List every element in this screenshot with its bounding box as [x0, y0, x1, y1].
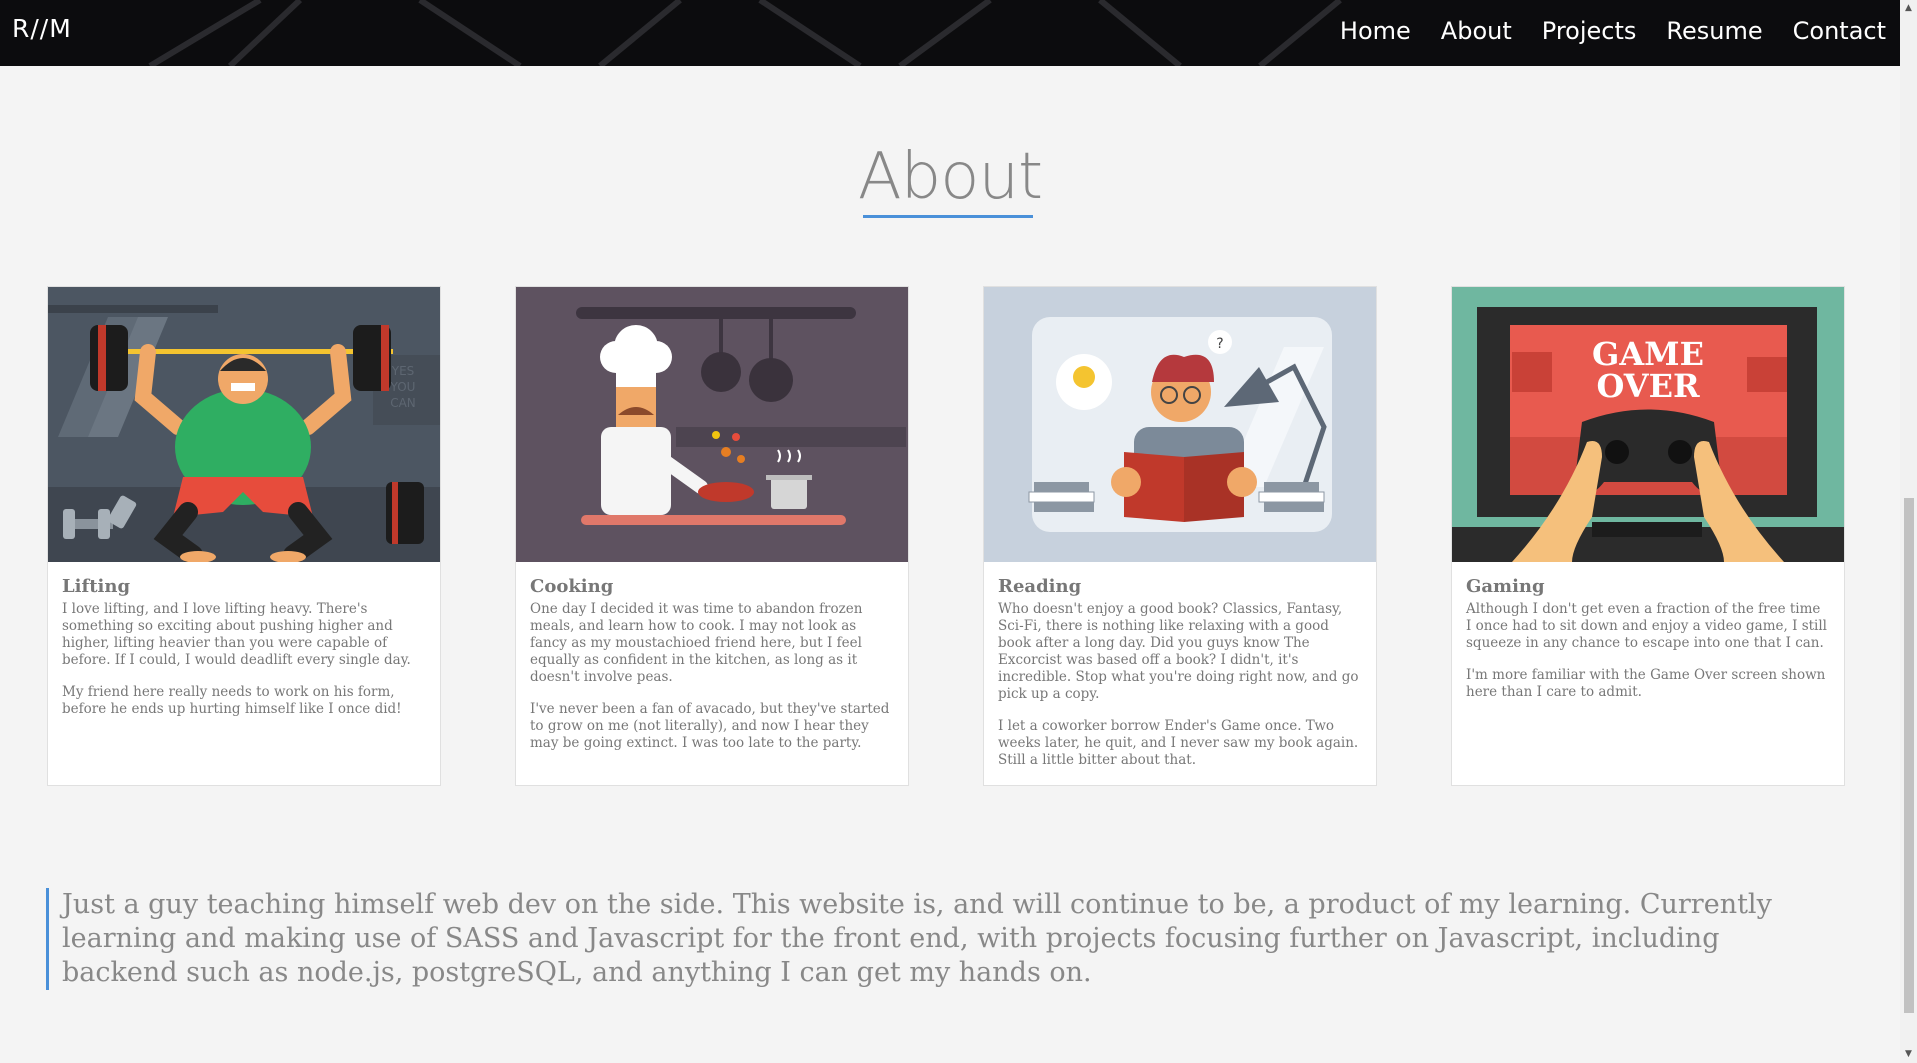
site-logo[interactable]: R//M	[12, 14, 72, 43]
scroll-down-arrow-icon[interactable]: ▼	[1900, 1046, 1917, 1063]
nav-link-about[interactable]: About	[1441, 14, 1512, 48]
card-text-reading-1: Who doesn't enjoy a good book? Classics,…	[998, 601, 1359, 702]
card-reading: ? Reading Who doesn't enjoy a good book?	[983, 286, 1377, 786]
card-title-gaming: Gaming	[1466, 576, 1545, 597]
reading-illustration: ?	[984, 287, 1376, 562]
nav-links: Home About Projects Resume Contact	[1310, 14, 1886, 48]
card-gaming: GAME OVER Gaming Although I don't get ev…	[1451, 286, 1845, 786]
question-mark-text: ?	[1216, 336, 1223, 352]
scrollbar-thumb[interactable]	[1904, 498, 1914, 1013]
page-scrollbar[interactable]: ▲ ▼	[1900, 0, 1917, 1063]
card-text-gaming-2: I'm more familiar with the Game Over scr…	[1466, 667, 1826, 700]
card-title-lifting: Lifting	[62, 576, 131, 597]
game-over-text-line2: OVER	[1596, 367, 1700, 405]
gaming-illustration: GAME OVER	[1452, 287, 1844, 562]
nav-link-home[interactable]: Home	[1340, 14, 1411, 48]
nav-link-contact[interactable]: Contact	[1793, 14, 1886, 48]
nav-link-resume[interactable]: Resume	[1666, 14, 1762, 48]
card-text-gaming-1: Although I don't get even a fraction of …	[1466, 601, 1827, 651]
cooking-illustration	[516, 287, 908, 562]
card-text-cooking-1: One day I decided it was time to abandon…	[530, 601, 863, 685]
card-lifting: YES YOU CAN Lifting I love lifting, and …	[47, 286, 441, 786]
card-text-lifting-1: I love lifting, and I love lifting heavy…	[62, 601, 411, 668]
nav-link-projects[interactable]: Projects	[1542, 14, 1637, 48]
card-cooking: Cooking One day I decided it was time to…	[515, 286, 909, 786]
gym-sign-text-3: CAN	[390, 396, 416, 410]
card-text-reading-2: I let a coworker borrow Ender's Game onc…	[998, 718, 1359, 768]
top-nav: R//M Home About Projects Resume Contact	[0, 0, 1900, 66]
heading-underline	[863, 215, 1033, 218]
scroll-up-arrow-icon[interactable]: ▲	[1900, 0, 1917, 17]
gym-sign-text-1: YES	[391, 364, 415, 378]
gym-sign-text-2: YOU	[390, 380, 416, 394]
card-title-reading: Reading	[998, 576, 1082, 597]
card-text-lifting-2: My friend here really needs to work on h…	[62, 684, 402, 717]
about-heading: About	[857, 140, 1043, 214]
card-text-cooking-2: I've never been a fan of avacado, but th…	[530, 701, 890, 751]
card-title-cooking: Cooking	[530, 576, 614, 597]
lifting-illustration: YES YOU CAN	[48, 287, 440, 562]
bio-blockquote: Just a guy teaching himself web dev on t…	[46, 888, 1842, 990]
